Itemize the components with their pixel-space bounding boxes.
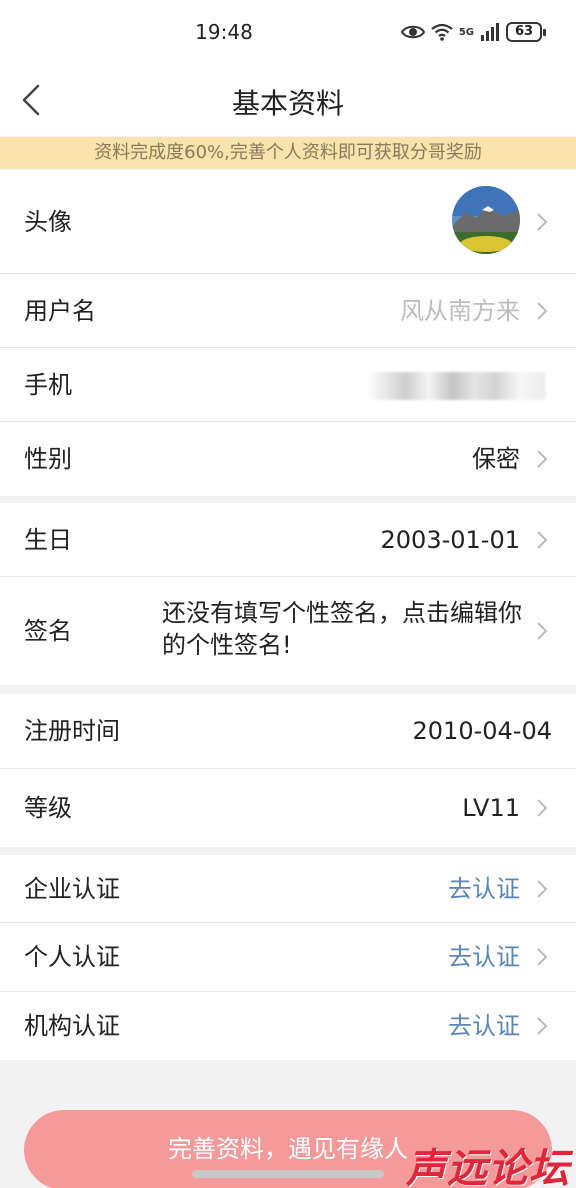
status-bar: 19:48 5G 63	[0, 0, 576, 68]
phone-row: 手机	[0, 348, 576, 422]
home-indicator[interactable]	[192, 1170, 384, 1178]
signature-row[interactable]: 签名 还没有填写个性签名，点击编辑你的个性签名!	[0, 577, 576, 685]
register-time-value: 2010-04-04	[412, 717, 552, 745]
username-row[interactable]: 用户名 风从南方来	[0, 274, 576, 348]
avatar-row[interactable]: 头像	[0, 170, 576, 274]
chevron-right-icon	[537, 948, 548, 966]
chevron-right-icon	[537, 799, 548, 817]
eye-icon	[400, 25, 425, 39]
profile-group-verification: 企业认证 去认证 个人认证 去认证 机构认证 去认证	[0, 855, 576, 1060]
enterprise-verify-row[interactable]: 企业认证 去认证	[0, 855, 576, 923]
nav-bar: 基本资料	[0, 68, 576, 136]
status-icons: 5G 63	[400, 22, 546, 42]
chevron-right-icon	[537, 1017, 548, 1035]
signature-value: 还没有填写个性签名，点击编辑你的个性签名!	[162, 599, 522, 659]
phone-value-redacted	[366, 372, 546, 400]
profile-group-personal: 生日 2003-01-01 签名 还没有填写个性签名，点击编辑你的个性签名!	[0, 503, 576, 685]
completion-banner: 资料完成度60%,完善个人资料即可获取分哥奖励	[0, 137, 576, 169]
battery-icon: 63	[506, 22, 546, 42]
profile-group-basic: 头像 用户名 风从南方来 手机 性别 保密	[0, 170, 576, 496]
signature-label: 签名	[24, 617, 72, 645]
chevron-right-icon	[537, 450, 548, 468]
network-type: 5G	[458, 26, 474, 38]
org-verify-link[interactable]: 去认证	[448, 992, 520, 1060]
chevron-right-icon	[537, 213, 548, 231]
level-value: LV11	[462, 794, 520, 822]
avatar	[452, 186, 520, 254]
forum-watermark: 声远论坛	[406, 1146, 570, 1188]
chevron-right-icon	[537, 531, 548, 549]
birthday-row[interactable]: 生日 2003-01-01	[0, 503, 576, 577]
birthday-label: 生日	[24, 526, 72, 554]
org-verify-label: 机构认证	[24, 1012, 120, 1040]
org-verify-row[interactable]: 机构认证 去认证	[0, 992, 576, 1060]
username-value: 风从南方来	[400, 297, 520, 325]
chevron-right-icon	[537, 302, 548, 320]
level-row[interactable]: 等级 LV11	[0, 769, 576, 847]
gender-row[interactable]: 性别 保密	[0, 422, 576, 496]
personal-verify-label: 个人认证	[24, 943, 120, 971]
signal-icon	[481, 23, 499, 41]
page-title: 基本资料	[231, 87, 344, 120]
enterprise-verify-label: 企业认证	[24, 875, 120, 903]
wifi-icon	[431, 23, 453, 41]
username-label: 用户名	[24, 297, 96, 325]
personal-verify-link[interactable]: 去认证	[448, 923, 520, 992]
status-time: 19:48	[195, 20, 253, 44]
register-time-row: 注册时间 2010-04-04	[0, 694, 576, 769]
avatar-label: 头像	[24, 208, 72, 236]
chevron-right-icon	[537, 880, 548, 898]
gender-label: 性别	[24, 445, 72, 473]
gender-value: 保密	[472, 445, 520, 473]
personal-verify-row[interactable]: 个人认证 去认证	[0, 923, 576, 992]
enterprise-verify-link[interactable]: 去认证	[448, 855, 520, 923]
register-time-label: 注册时间	[24, 717, 120, 745]
chevron-right-icon	[537, 622, 548, 640]
phone-label: 手机	[24, 371, 72, 399]
level-label: 等级	[24, 794, 72, 822]
birthday-value: 2003-01-01	[380, 526, 520, 554]
profile-group-account: 注册时间 2010-04-04 等级 LV11	[0, 694, 576, 847]
